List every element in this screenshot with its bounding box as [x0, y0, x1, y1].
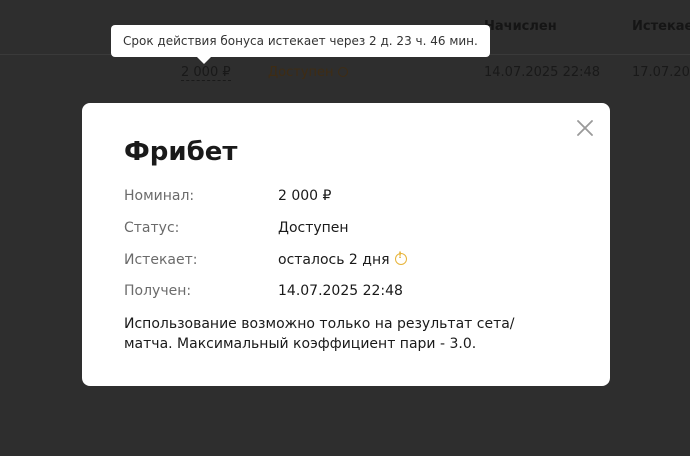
- detail-label: Истекает:: [124, 252, 198, 268]
- modal-title: Фрибет: [124, 137, 238, 167]
- close-icon[interactable]: [576, 119, 594, 137]
- tooltip-arrow: [196, 56, 212, 64]
- detail-value: 2 000 ₽: [278, 188, 332, 204]
- row-amount[interactable]: 2 000 ₽: [181, 65, 231, 81]
- row-issued: 14.07.2025 22:48: [484, 65, 601, 80]
- detail-label: Получен:: [124, 283, 192, 299]
- detail-value: Доступен: [278, 220, 349, 236]
- detail-row-nominal: Номинал: 2 000 ₽: [124, 188, 584, 208]
- row-status[interactable]: Доступен: [268, 65, 348, 80]
- tooltip-text: Срок действия бонуса истекает через 2 д.…: [123, 34, 478, 48]
- detail-value: 14.07.2025 22:48: [278, 283, 403, 299]
- header-issued: Начислен: [484, 19, 557, 34]
- warning-icon[interactable]: [394, 251, 407, 265]
- detail-value-wrap: осталось 2 дня: [278, 251, 407, 268]
- freebet-modal: Фрибет Номинал: 2 000 ₽ Статус: Доступен…: [82, 103, 610, 386]
- row-status-label: Доступен: [268, 65, 334, 80]
- header-expires: Истекае: [632, 19, 690, 34]
- detail-row-expires: Истекает: осталось 2 дня: [124, 251, 584, 272]
- detail-row-received: Получен: 14.07.2025 22:48: [124, 283, 584, 303]
- expiry-tooltip: Срок действия бонуса истекает через 2 д.…: [111, 25, 490, 57]
- detail-row-status: Статус: Доступен: [124, 220, 584, 240]
- detail-label: Номинал:: [124, 188, 195, 204]
- modal-description: Использование возможно только на результ…: [124, 316, 515, 352]
- detail-label: Статус:: [124, 220, 180, 236]
- detail-value: осталось 2 дня: [278, 252, 390, 268]
- row-expires: 17.07.202: [632, 65, 690, 80]
- info-icon[interactable]: [337, 67, 348, 77]
- close-button[interactable]: [576, 119, 594, 137]
